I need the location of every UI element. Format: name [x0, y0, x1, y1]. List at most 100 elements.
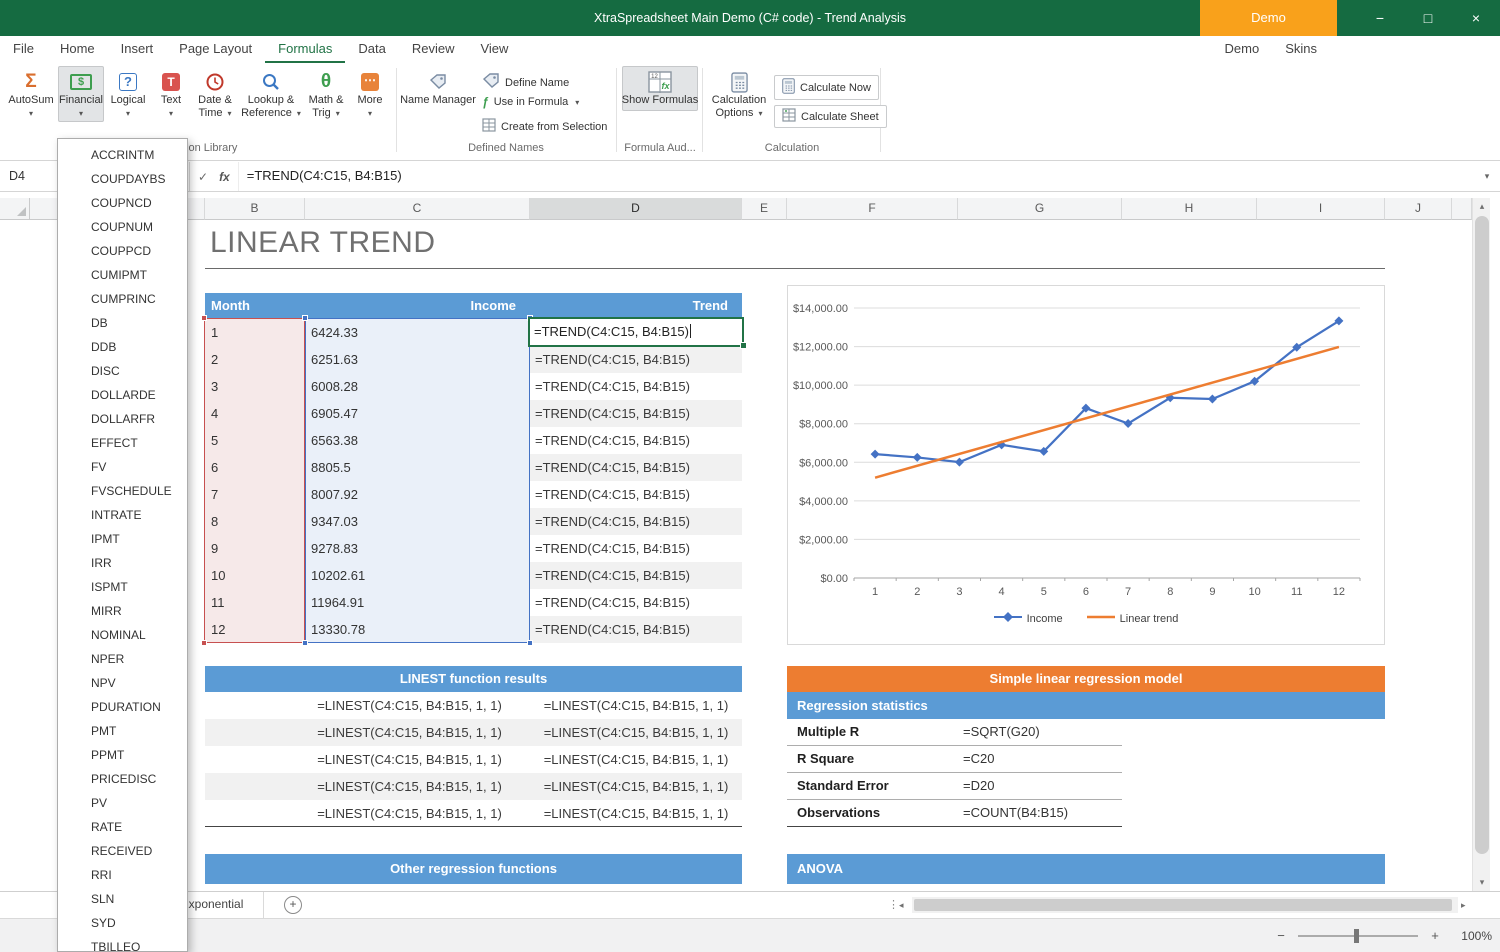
- linest-cell[interactable]: =LINEST(C4:C15, B4:B15, 1, 1): [530, 746, 742, 773]
- cell-month[interactable]: 3: [205, 373, 305, 400]
- cell-month[interactable]: 4: [205, 400, 305, 427]
- enter-formula-button[interactable]: ✓: [198, 170, 208, 184]
- select-all-corner[interactable]: [0, 198, 30, 220]
- menu-item-ppmt[interactable]: PPMT: [58, 743, 187, 767]
- linest-cell[interactable]: =LINEST(C4:C15, B4:B15, 1, 1): [297, 800, 522, 827]
- cell-month[interactable]: 10: [205, 562, 305, 589]
- cell-income[interactable]: 11964.91: [305, 589, 530, 616]
- cell-income[interactable]: 13330.78: [305, 616, 530, 643]
- column-header-partial[interactable]: [1452, 198, 1472, 220]
- menu-item-irr[interactable]: IRR: [58, 551, 187, 575]
- scroll-up-button[interactable]: ▴: [1473, 198, 1491, 215]
- insert-function-button[interactable]: fx: [219, 170, 230, 184]
- ribbon-button-create-from-selection[interactable]: Create from Selection: [482, 118, 607, 135]
- menu-item-accrintm[interactable]: ACCRINTM: [58, 143, 187, 167]
- menu-item-nper[interactable]: NPER: [58, 647, 187, 671]
- zoom-out-button[interactable]: −: [1274, 928, 1288, 943]
- menu-item-dollarde[interactable]: DOLLARDE: [58, 383, 187, 407]
- menu-item-disc[interactable]: DISC: [58, 359, 187, 383]
- cell-income[interactable]: 6563.38: [305, 427, 530, 454]
- close-button[interactable]: ×: [1452, 0, 1500, 36]
- ribbon-button-calculation-options[interactable]: CalculationOptions ▾: [708, 66, 770, 124]
- menu-tab-demo[interactable]: Demo: [1212, 36, 1273, 63]
- cell-income[interactable]: 6424.33: [305, 319, 530, 346]
- ribbon-button-use-in-formula[interactable]: ƒUse in Formula▾: [482, 95, 579, 109]
- zoom-in-button[interactable]: +: [1428, 928, 1442, 943]
- menu-tab-file[interactable]: File: [0, 36, 47, 63]
- column-header-J[interactable]: J: [1385, 198, 1452, 220]
- cell-income[interactable]: 9347.03: [305, 508, 530, 535]
- ribbon-button-calculate-sheet[interactable]: Calculate Sheet: [774, 105, 887, 128]
- linest-cell[interactable]: =LINEST(C4:C15, B4:B15, 1, 1): [297, 746, 522, 773]
- cell-trend[interactable]: =TREND(C4:C15, B4:B15): [530, 400, 742, 427]
- legend-item-income[interactable]: Income: [994, 612, 1063, 625]
- column-header-E[interactable]: E: [742, 198, 787, 220]
- column-header-income[interactable]: Income: [305, 293, 530, 319]
- zoom-slider[interactable]: [1298, 935, 1418, 937]
- stat-value[interactable]: =SQRT(G20): [963, 719, 1040, 745]
- menu-item-received[interactable]: RECEIVED: [58, 839, 187, 863]
- ribbon-button-calculate-now[interactable]: Calculate Now: [774, 75, 879, 100]
- ribbon-button-financial[interactable]: $Financial▾: [58, 66, 104, 122]
- cell-income[interactable]: 6251.63: [305, 346, 530, 373]
- menu-tab-home[interactable]: Home: [47, 36, 108, 63]
- linest-cell[interactable]: =LINEST(C4:C15, B4:B15, 1, 1): [530, 692, 742, 719]
- cell-income[interactable]: 9278.83: [305, 535, 530, 562]
- menu-item-rri[interactable]: RRI: [58, 863, 187, 887]
- menu-item-mirr[interactable]: MIRR: [58, 599, 187, 623]
- linest-cell[interactable]: =LINEST(C4:C15, B4:B15, 1, 1): [530, 719, 742, 746]
- cell-income[interactable]: 10202.61: [305, 562, 530, 589]
- vertical-scrollbar[interactable]: ▴ ▾: [1472, 198, 1490, 891]
- menu-item-db[interactable]: DB: [58, 311, 187, 335]
- ribbon-button-autosum[interactable]: ΣAutoSum▾: [6, 66, 56, 122]
- stat-value[interactable]: =C20: [963, 746, 994, 772]
- minimize-button[interactable]: −: [1356, 0, 1404, 36]
- cell-income[interactable]: 8007.92: [305, 481, 530, 508]
- linest-cell[interactable]: =LINEST(C4:C15, B4:B15, 1, 1): [530, 800, 742, 827]
- menu-tab-page-layout[interactable]: Page Layout: [166, 36, 265, 63]
- cell-income[interactable]: 6008.28: [305, 373, 530, 400]
- active-cell-editor[interactable]: =TREND(C4:C15, B4:B15): [528, 317, 744, 347]
- cell-month[interactable]: 8: [205, 508, 305, 535]
- menu-item-npv[interactable]: NPV: [58, 671, 187, 695]
- cell-trend[interactable]: =TREND(C4:C15, B4:B15): [530, 535, 742, 562]
- cell-month[interactable]: 11: [205, 589, 305, 616]
- ribbon-button-math-trig[interactable]: θMath &Trig ▾: [304, 66, 348, 124]
- column-header-F[interactable]: F: [787, 198, 958, 220]
- cell-month[interactable]: 6: [205, 454, 305, 481]
- cell-month[interactable]: 1: [205, 319, 305, 346]
- fill-handle[interactable]: [740, 342, 747, 349]
- menu-item-fv[interactable]: FV: [58, 455, 187, 479]
- cell-trend[interactable]: =TREND(C4:C15, B4:B15): [530, 616, 742, 643]
- linest-cell[interactable]: =LINEST(C4:C15, B4:B15, 1, 1): [297, 773, 522, 800]
- cell-trend[interactable]: =TREND(C4:C15, B4:B15): [530, 508, 742, 535]
- ribbon-button-show-formulas[interactable]: 12fxShow Formulas: [622, 66, 698, 111]
- column-header-H[interactable]: H: [1122, 198, 1257, 220]
- add-sheet-button[interactable]: +: [284, 896, 302, 914]
- menu-item-syd[interactable]: SYD: [58, 911, 187, 935]
- cell-trend[interactable]: =TREND(C4:C15, B4:B15): [530, 454, 742, 481]
- column-header-month[interactable]: Month: [205, 293, 305, 319]
- menu-item-nominal[interactable]: NOMINAL: [58, 623, 187, 647]
- menu-tab-formulas[interactable]: Formulas: [265, 36, 345, 63]
- menu-tab-view[interactable]: View: [467, 36, 521, 63]
- formula-input[interactable]: =TREND(C4:C15, B4:B15): [239, 162, 1474, 191]
- column-header-G[interactable]: G: [958, 198, 1122, 220]
- menu-item-pduration[interactable]: PDURATION: [58, 695, 187, 719]
- cell-trend[interactable]: =TREND(C4:C15, B4:B15): [530, 589, 742, 616]
- scroll-left-button[interactable]: ◂: [899, 892, 904, 918]
- linest-cell[interactable]: =LINEST(C4:C15, B4:B15, 1, 1): [297, 719, 522, 746]
- menu-item-ispmt[interactable]: ISPMT: [58, 575, 187, 599]
- menu-item-ipmt[interactable]: IPMT: [58, 527, 187, 551]
- horizontal-scroll-thumb[interactable]: [914, 899, 1452, 911]
- column-header-D[interactable]: D: [530, 198, 742, 220]
- ribbon-button-define-name[interactable]: Define Name: [482, 72, 569, 93]
- scroll-right-button[interactable]: ▸: [1461, 892, 1466, 918]
- legend-item-linear-trend[interactable]: Linear trend: [1087, 612, 1179, 625]
- menu-item-pricedisc[interactable]: PRICEDISC: [58, 767, 187, 791]
- cell-trend[interactable]: =TREND(C4:C15, B4:B15): [530, 427, 742, 454]
- menu-item-effect[interactable]: EFFECT: [58, 431, 187, 455]
- menu-item-sln[interactable]: SLN: [58, 887, 187, 911]
- linest-cell[interactable]: =LINEST(C4:C15, B4:B15, 1, 1): [297, 692, 522, 719]
- cell-trend[interactable]: =TREND(C4:C15, B4:B15): [530, 346, 742, 373]
